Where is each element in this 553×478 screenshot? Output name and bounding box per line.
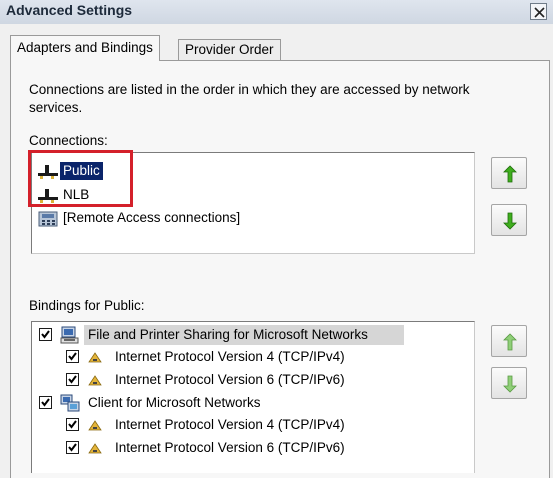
- binding-item-ipv6[interactable]: Internet Protocol Version 6 (TCP/IPv6): [32, 438, 472, 458]
- description-text: Connections are listed in the order in w…: [29, 82, 470, 115]
- arrow-down-icon: [503, 375, 517, 393]
- binding-label: Internet Protocol Version 6 (TCP/IPv6): [115, 372, 345, 387]
- connection-move-up-button[interactable]: [491, 157, 527, 189]
- binding-checkbox[interactable]: [39, 396, 52, 409]
- network-client-icon: [60, 394, 80, 412]
- check-icon: [68, 420, 77, 429]
- binding-label: Client for Microsoft Networks: [88, 395, 261, 410]
- phone-modem-icon: [38, 211, 58, 227]
- check-icon: [41, 330, 50, 339]
- binding-checkbox[interactable]: [66, 373, 79, 386]
- protocol-icon: [88, 420, 102, 431]
- close-button[interactable]: [530, 3, 547, 20]
- annotation-highlight-box: [28, 150, 133, 207]
- connection-label-remote-access: [Remote Access connections]: [63, 210, 241, 225]
- binding-item-file-printer-sharing[interactable]: File and Printer Sharing for Microsoft N…: [32, 325, 472, 345]
- connections-label: Connections:: [29, 133, 108, 148]
- bindings-list[interactable]: File and Printer Sharing for Microsoft N…: [31, 321, 475, 473]
- bindings-label: Bindings for Public:: [29, 298, 145, 313]
- tab-adapters-and-bindings[interactable]: Adapters and Bindings: [10, 35, 160, 61]
- window-title: Advanced Settings: [6, 2, 133, 18]
- arrow-up-icon: [503, 333, 517, 351]
- binding-item-ipv6[interactable]: Internet Protocol Version 6 (TCP/IPv6): [32, 370, 472, 390]
- binding-item-client-ms-networks[interactable]: Client for Microsoft Networks: [32, 393, 472, 413]
- binding-move-down-button[interactable]: [491, 367, 527, 399]
- binding-label: File and Printer Sharing for Microsoft N…: [88, 327, 368, 342]
- file-printer-sharing-icon: [60, 326, 79, 344]
- binding-item-ipv4[interactable]: Internet Protocol Version 4 (TCP/IPv4): [32, 415, 472, 435]
- binding-checkbox[interactable]: [39, 328, 52, 341]
- binding-checkbox[interactable]: [66, 350, 79, 363]
- binding-checkbox[interactable]: [66, 418, 79, 431]
- protocol-icon: [88, 352, 102, 363]
- binding-label: Internet Protocol Version 4 (TCP/IPv4): [115, 349, 345, 364]
- close-icon: [534, 7, 545, 18]
- protocol-icon: [88, 375, 102, 386]
- check-icon: [41, 398, 50, 407]
- arrow-down-icon: [503, 212, 517, 230]
- binding-label: Internet Protocol Version 6 (TCP/IPv6): [115, 440, 345, 455]
- tab-provider-order[interactable]: Provider Order: [178, 39, 281, 60]
- binding-label: Internet Protocol Version 4 (TCP/IPv4): [115, 417, 345, 432]
- protocol-icon: [88, 443, 102, 454]
- connection-item-remote-access[interactable]: [Remote Access connections]: [37, 208, 337, 228]
- arrow-up-icon: [503, 165, 517, 183]
- binding-item-ipv4[interactable]: Internet Protocol Version 4 (TCP/IPv4): [32, 347, 472, 367]
- connection-move-down-button[interactable]: [491, 204, 527, 236]
- check-icon: [68, 375, 77, 384]
- binding-move-up-button[interactable]: [491, 325, 527, 357]
- binding-checkbox[interactable]: [66, 441, 79, 454]
- check-icon: [68, 443, 77, 452]
- check-icon: [68, 352, 77, 361]
- title-bar: Advanced Settings: [0, 0, 553, 24]
